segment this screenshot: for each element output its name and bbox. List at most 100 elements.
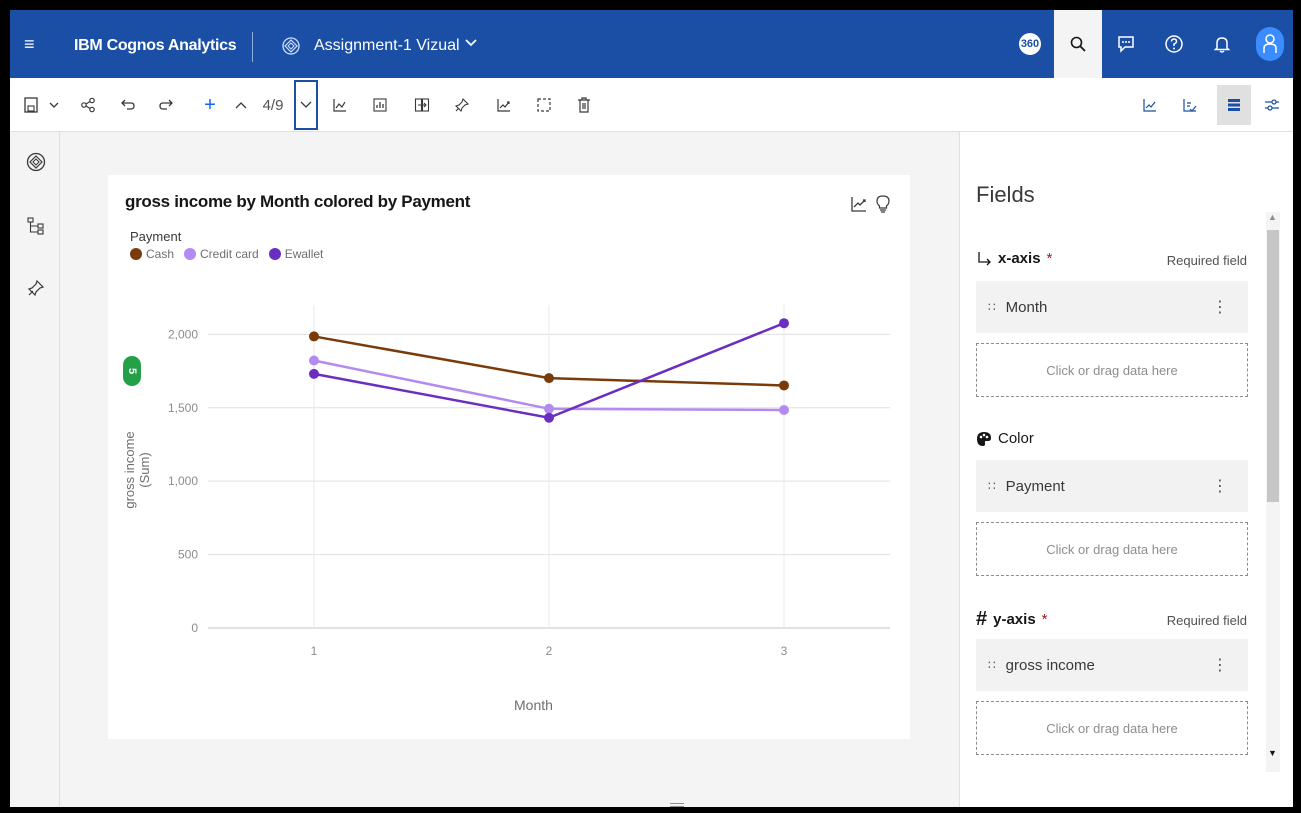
select-area-button[interactable] [534, 92, 554, 118]
color-field-pill[interactable]: ∷ Payment ⋮ [976, 460, 1248, 512]
avatar [1256, 27, 1284, 61]
data-point[interactable] [544, 403, 554, 414]
properties-button[interactable] [1180, 92, 1200, 118]
x-axis-field-pill[interactable]: ∷ Month ⋮ [976, 281, 1248, 333]
data-point[interactable] [779, 404, 789, 415]
pin-icon[interactable] [26, 278, 46, 298]
insights-button[interactable] [494, 92, 514, 118]
checklist-chart-icon [1183, 99, 1197, 112]
data-point[interactable] [544, 373, 554, 384]
report-chevron-down-icon[interactable] [464, 36, 478, 50]
data-point[interactable] [544, 412, 554, 423]
bar-chart-icon [373, 98, 387, 112]
chart-card[interactable]: gross income by Month colored by Payment… [108, 175, 910, 739]
search-button[interactable] [1054, 10, 1102, 78]
y-axis-drop-zone[interactable]: Click or drag data here [976, 701, 1248, 755]
undo-button[interactable] [118, 92, 138, 118]
search-icon [1070, 36, 1086, 52]
chevron-down-icon [300, 101, 312, 108]
palette-icon [977, 431, 991, 446]
fields-panel-button[interactable] [1217, 85, 1251, 125]
toolbar: + 4/9 [10, 78, 1293, 132]
user-button[interactable] [1246, 10, 1293, 78]
x-axis-required-text: Required field [1166, 253, 1247, 268]
help-icon [1165, 35, 1183, 53]
dashboard-diamond-icon[interactable] [26, 152, 46, 172]
x-axis-drop-zone[interactable]: Click or drag data here [976, 343, 1248, 397]
app-window: ≡ IBM Cognos Analytics Assignment-1 Vizu… [10, 10, 1293, 807]
left-rail [10, 132, 60, 807]
hamburger-menu-icon[interactable]: ≡ [24, 34, 35, 55]
scrollbar-thumb[interactable] [1267, 230, 1279, 502]
360-badge: 360 [1019, 33, 1041, 55]
plus-icon: + [204, 93, 216, 116]
x-axis-section-label: x-axis * [976, 250, 1052, 267]
y-axis-field-pill[interactable]: ∷ gross income ⋮ [976, 639, 1248, 691]
color-drop-zone[interactable]: Click or drag data here [976, 522, 1248, 576]
x-tick-label: 2 [546, 644, 553, 658]
save-button[interactable] [22, 92, 40, 118]
data-point[interactable] [309, 331, 319, 342]
bar-chart-button[interactable] [370, 92, 390, 118]
help-button[interactable] [1150, 10, 1198, 78]
resize-handle[interactable] [670, 803, 684, 807]
user-icon [1263, 34, 1277, 53]
y-tick-label: 1,500 [168, 401, 198, 415]
pin-button[interactable] [452, 92, 472, 118]
add-button[interactable]: + [200, 92, 220, 118]
notifications-button[interactable] [1198, 10, 1246, 78]
y-axis-label: y-axis [993, 611, 1036, 628]
fields-icon [1228, 99, 1240, 111]
header-divider [252, 32, 253, 62]
trash-icon [578, 97, 590, 113]
scroll-down-arrow-icon[interactable]: ▼ [1268, 748, 1277, 758]
overflow-menu-icon[interactable]: ⋮ [1212, 297, 1228, 317]
pin-icon [454, 97, 470, 113]
previous-view-button[interactable] [232, 92, 250, 118]
data-point[interactable] [779, 318, 789, 329]
drag-handle-icon[interactable]: ∷ [988, 479, 996, 493]
share-button[interactable] [78, 92, 98, 118]
overflow-menu-icon[interactable]: ⋮ [1212, 655, 1228, 675]
dashboard-diamond-icon [282, 37, 300, 55]
y-tick-label: 2,000 [168, 327, 198, 341]
color-section-label: Color [976, 430, 1034, 447]
x-axis-label: x-axis [998, 250, 1041, 267]
data-point[interactable] [309, 355, 319, 366]
top-header: ≡ IBM Cognos Analytics Assignment-1 Vizu… [10, 10, 1293, 78]
fields-panel-title: Fields [976, 182, 1035, 207]
data-tree-icon[interactable] [26, 216, 46, 236]
report-name[interactable]: Assignment-1 Vizual [314, 37, 460, 55]
next-view-button[interactable] [294, 80, 318, 130]
fields-panel: Fields x-axis * Required field ∷ Month ⋮ … [959, 132, 1293, 807]
scroll-up-arrow-icon[interactable]: ▲ [1268, 212, 1277, 222]
x-tick-label: 3 [781, 644, 788, 658]
app-title: IBM Cognos Analytics [74, 37, 237, 54]
redo-button[interactable] [156, 92, 176, 118]
drag-handle-icon[interactable]: ∷ [988, 300, 996, 314]
save-menu-button[interactable] [46, 92, 62, 118]
overflow-menu-icon[interactable]: ⋮ [1212, 476, 1228, 496]
line-chart: 0 500 1,000 1,500 2,000 1 2 3 [168, 305, 890, 658]
data-point[interactable] [779, 380, 789, 391]
chevron-up-icon [235, 102, 247, 109]
drag-handle-icon[interactable]: ∷ [988, 658, 996, 672]
color-field-name: Payment [1005, 477, 1065, 495]
filter-settings-button[interactable] [1262, 92, 1282, 118]
chat-button[interactable] [1102, 10, 1150, 78]
y-axis-field-name: gross income [1005, 656, 1095, 674]
share-icon [81, 97, 95, 113]
line-chart-button[interactable] [330, 92, 350, 118]
swap-button[interactable] [412, 92, 432, 118]
delete-button[interactable] [574, 92, 594, 118]
visualization-button[interactable] [1140, 92, 1160, 118]
360-button[interactable]: 360 [1006, 10, 1054, 78]
swap-icon [414, 98, 430, 112]
marquee-select-icon [537, 98, 551, 112]
y-tick-label: 500 [178, 548, 198, 562]
panel-scrollbar[interactable]: ▲ ▼ [1266, 212, 1280, 772]
x-axis-field-name: Month [1005, 298, 1048, 316]
data-point[interactable] [309, 368, 319, 379]
page-counter: 4/9 [262, 96, 284, 114]
y-axis-section-label: # y-axis * [976, 608, 1048, 631]
